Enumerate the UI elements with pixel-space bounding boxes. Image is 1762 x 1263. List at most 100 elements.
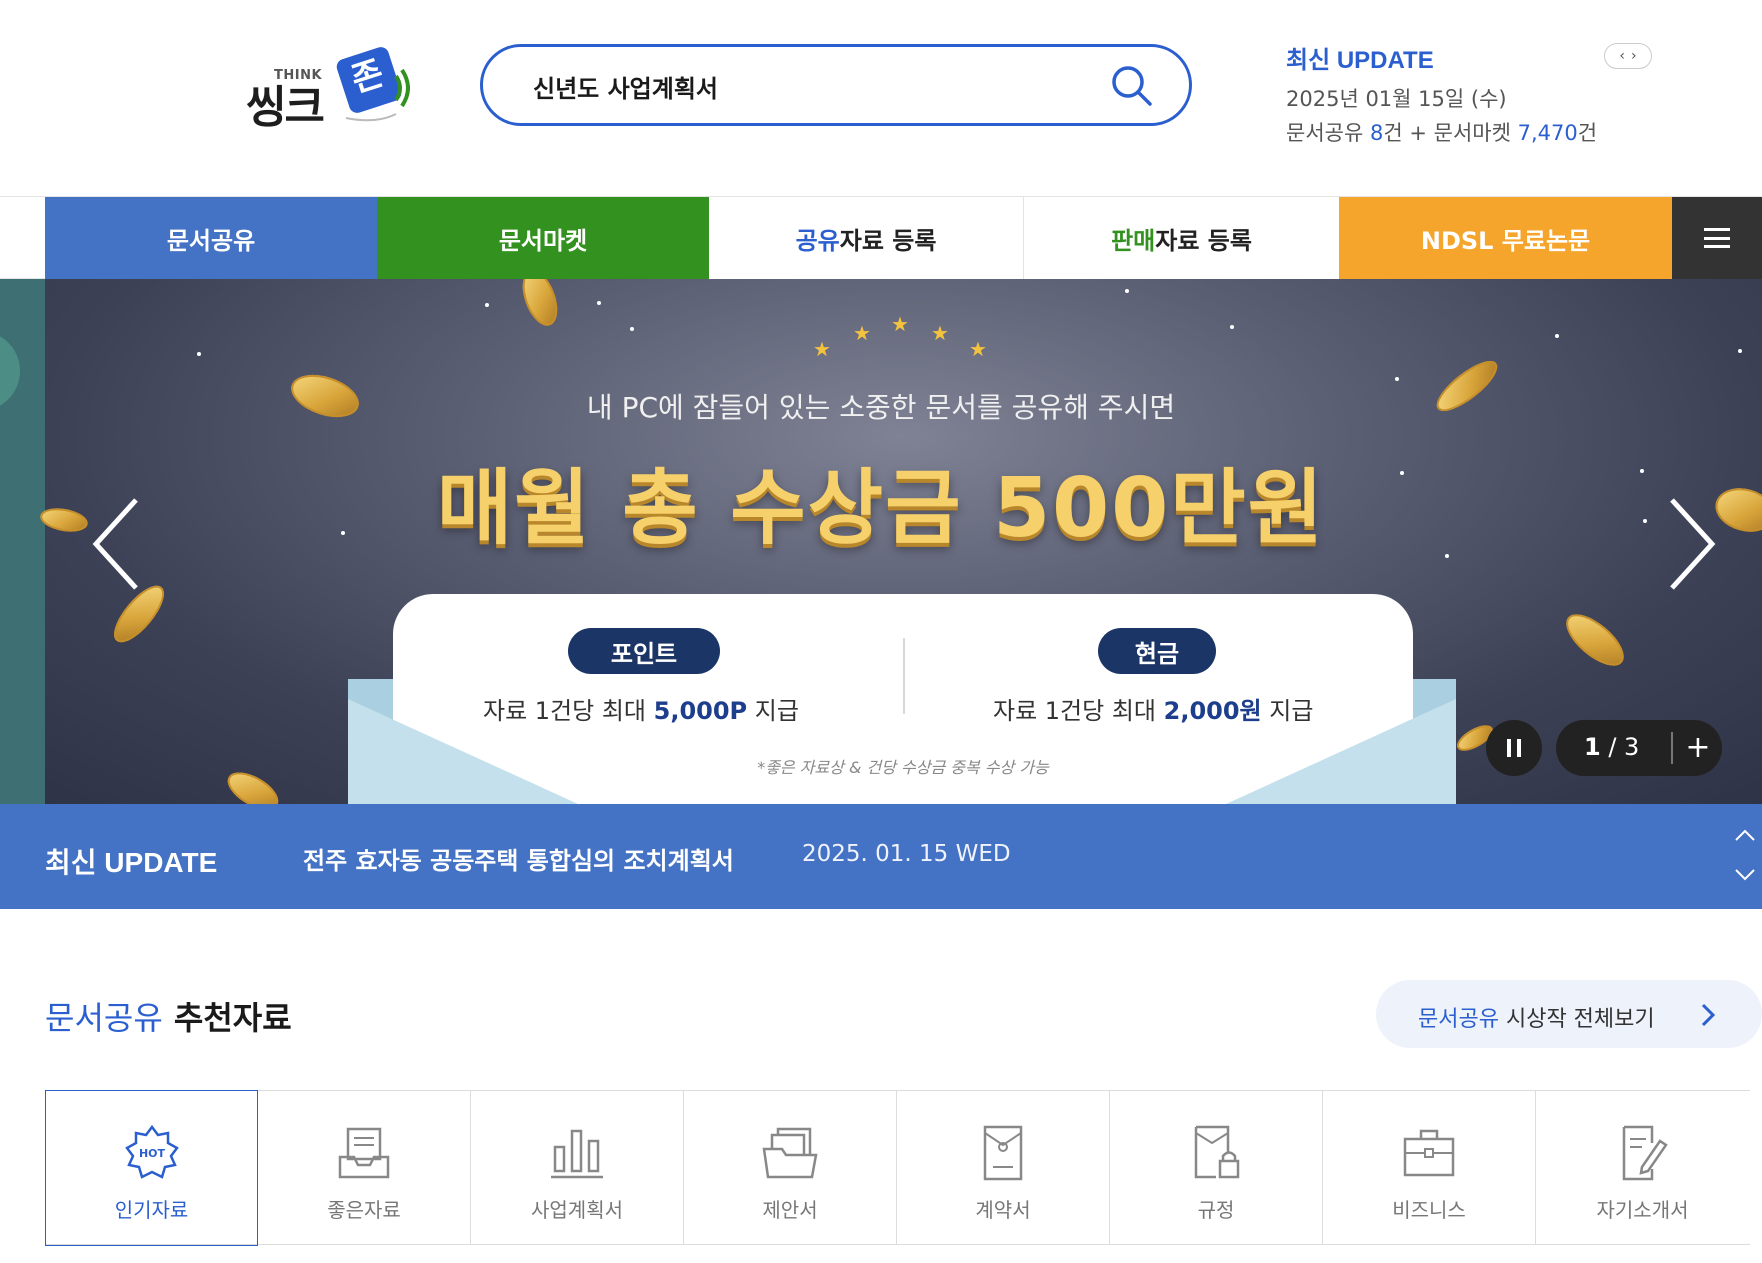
banner-subtitle: 내 PC에 잠들어 있는 소중한 문서를 공유해 주시면 [586,391,1176,424]
category-label: 계약서 [975,1198,1031,1222]
pager-separator: / [1600,733,1625,761]
folder-documents-icon [762,1127,818,1179]
coin-icon [221,764,285,804]
gold-star-icon: ★ [969,337,987,361]
promo-banner: ★ ★ ★ ★ ★ 내 PC에 잠들어 있는 소중한 문서를 공유해 주시면 매… [0,279,1762,804]
share-count: 8 [1369,121,1384,145]
envelope-flap-right [1226,699,1456,804]
svg-text:HOT: HOT [139,1147,166,1160]
chevron-down-icon[interactable] [1732,864,1758,884]
document-lock-icon [1194,1125,1240,1179]
share-label: 문서공유 [1286,121,1364,145]
category-label: 사업계획서 [531,1198,623,1222]
slide-pager: 1 / 3 + [1556,720,1722,776]
site-header: THINK 씽크 존 최신 UPDATE ‹ › 2025년 01월 15일 (… [0,0,1762,196]
nav-sell-register-highlight: 판매 [1111,226,1156,255]
nav-doc-share[interactable]: 문서공유 [45,197,377,279]
pager-text: 1 / 3 [1584,733,1639,761]
site-logo[interactable]: THINK 씽크 존 [240,42,430,134]
gold-star-icon: ★ [891,312,909,336]
ticker-label: 최신 UPDATE [45,847,218,878]
category-label: 좋은자료 [327,1198,401,1222]
market-unit: 건 [1577,121,1598,145]
cash-text-pre: 자료 1건당 최대 [993,697,1164,725]
pause-button[interactable] [1486,720,1542,776]
nav-menu-button[interactable] [1672,197,1762,279]
view-all-text: 문서공유 시상작 전체보기 [1418,1001,1655,1033]
chevron-left-icon[interactable]: ‹ [1619,48,1625,64]
ticker-date: 2025. 01. 15 WED [802,841,1011,867]
latest-update-arrows[interactable]: ‹ › [1604,43,1652,69]
nav-ndsl[interactable]: NDSL 무료논문 [1339,197,1672,279]
coin-icon [1557,605,1633,675]
category-tab-proposal[interactable]: 제안서 [684,1091,897,1245]
category-tab-good[interactable]: 좋은자료 [258,1091,471,1245]
category-tab-self-intro[interactable]: 자기소개서 [1536,1091,1749,1245]
envelope-flap-left [348,699,578,804]
category-label: 제안서 [762,1198,818,1222]
pager-divider [1671,732,1673,764]
briefcase-icon [1403,1129,1455,1177]
logo-main-text: 씽크 [246,82,325,133]
latest-update-stats: 문서공유 8건 + 문서마켓 7,470건 [1286,117,1656,147]
search-box [480,44,1192,126]
market-count: 7,470 [1517,121,1578,145]
card-divider [903,638,905,714]
nav-sell-register[interactable]: 판매 자료 등록 [1024,197,1339,279]
document-tray-icon [338,1127,390,1179]
category-label: 규정 [1197,1198,1235,1222]
latest-update-title: 최신 UPDATE [1286,47,1434,74]
nav-share-register[interactable]: 공유 자료 등록 [709,197,1024,279]
chevron-right-icon [1701,1003,1716,1027]
banner-title: 매월 총 수상금 500만원 [436,461,1326,556]
chevron-up-icon[interactable] [1732,826,1758,846]
chevron-right-icon[interactable]: › [1631,48,1637,64]
view-all-label: 시상작 전체보기 [1498,1007,1655,1032]
document-pen-icon [1622,1125,1668,1181]
nav-doc-share-label: 문서공유 [166,226,256,255]
point-pill: 포인트 [568,628,720,674]
gold-star-icon: ★ [931,321,949,345]
category-tab-business-plan[interactable]: 사업계획서 [471,1091,684,1245]
gold-star-icon: ★ [853,321,871,345]
banner-next-arrow-icon[interactable] [1660,494,1720,594]
search-icon[interactable] [1109,63,1155,109]
pause-icon-bar [1507,739,1511,757]
search-input[interactable] [533,67,1093,105]
category-label: 자기소개서 [1596,1198,1689,1222]
section-title: 문서공유 추천자료 [45,993,292,1039]
category-tab-popular[interactable]: HOT 인기자료 [45,1090,258,1246]
nav-sell-register-label: 자료 등록 [1155,226,1252,255]
cash-pill: 현금 [1098,628,1216,674]
category-tabs: HOT 인기자료 좋은자료 사업계획서 제안서 계약서 규정 비즈니스 자기소개… [45,1090,1750,1246]
category-label: 비즈니스 [1392,1198,1466,1222]
point-text-post: 지급 [747,697,799,725]
pager-plus-button[interactable]: + [1682,730,1714,766]
banner-prev-arrow-icon[interactable] [88,494,148,594]
section-title-rest: 추천자료 [162,999,292,1037]
category-tab-contract[interactable]: 계약서 [897,1091,1110,1245]
bar-chart-icon [551,1129,603,1179]
hamburger-icon [1704,228,1730,248]
nav-doc-market-label: 문서마켓 [498,226,588,255]
category-label: 인기자료 [114,1198,189,1222]
latest-update-date: 2025년 01월 15일 (수) [1286,87,1507,111]
pager-current: 1 [1584,733,1601,761]
coin-icon [515,279,565,331]
latest-update-panel: 최신 UPDATE ‹ › 2025년 01월 15일 (수) 문서공유 8건 … [1286,40,1656,150]
ticker-title-link[interactable]: 전주 효자동 공동주택 통합심의 조치계획서 [303,841,734,876]
pager-total: 3 [1624,733,1640,761]
hot-badge-icon: HOT [125,1124,179,1179]
category-tab-business[interactable]: 비즈니스 [1323,1091,1536,1245]
logo-think-text: THINK [274,68,323,83]
share-unit: 건 + [1383,121,1434,145]
nav-doc-market[interactable]: 문서마켓 [377,197,709,279]
section-title-highlight: 문서공유 [45,999,163,1037]
view-all-awards-button[interactable]: 문서공유 시상작 전체보기 [1376,980,1762,1048]
category-tab-regulation[interactable]: 규정 [1110,1091,1323,1245]
gold-star-icon: ★ [813,337,831,361]
nav-ndsl-label: NDSL 무료논문 [1420,226,1591,255]
main-nav: 문서공유 문서마켓 공유 자료 등록 판매 자료 등록 NDSL 무료논문 [0,196,1762,279]
market-label: 문서마켓 [1433,121,1511,145]
point-text-value: 5,000P [653,697,748,725]
